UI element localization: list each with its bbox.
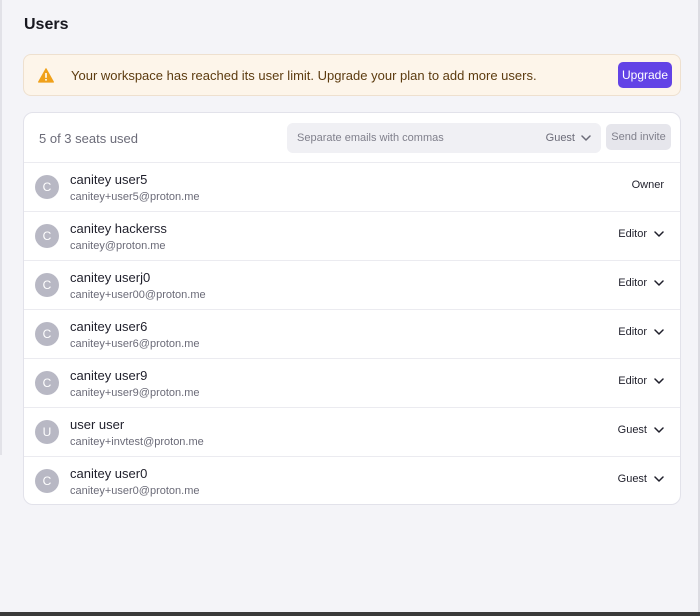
chevron-down-icon [581, 132, 591, 144]
user-email: canitey@proton.me [70, 240, 166, 252]
invite-bar: 5 of 3 seats used Guest Send invite [24, 113, 680, 163]
user-list: Ccanitey user5 canitey+user5@proton.me Own… [24, 163, 680, 504]
user-name: canitey user6 [70, 319, 148, 334]
role-value: Editor [618, 375, 647, 387]
user-email: canitey+user0@proton.me [70, 485, 200, 497]
users-panel: 5 of 3 seats used Guest Send invite Ccan… [23, 112, 681, 505]
role-dropdown[interactable]: Editor [618, 375, 664, 387]
role-value: Editor [618, 277, 647, 289]
chevron-down-icon [654, 378, 664, 384]
chevron-down-icon [654, 329, 664, 335]
invite-email-field: Guest [287, 123, 601, 153]
invite-email-input[interactable] [287, 123, 527, 153]
user-name: canitey hackerss [70, 221, 167, 236]
avatar: C [35, 224, 59, 248]
user-email: canitey+user9@proton.me [70, 387, 200, 399]
avatar: U [35, 420, 59, 444]
window-bottom-edge [0, 612, 700, 616]
avatar: C [35, 175, 59, 199]
invite-role-value: Guest [545, 132, 575, 144]
user-email: canitey+invtest@proton.me [70, 436, 204, 448]
avatar: C [35, 371, 59, 395]
invite-role-select[interactable]: Guest [546, 123, 591, 153]
upgrade-button[interactable]: Upgrade [618, 62, 672, 88]
user-row: Ccanitey userj0 canitey+user00@proton.me E… [24, 261, 680, 310]
role-value: Guest [617, 424, 647, 436]
user-row: Uuser user canitey+invtest@proton.me Guest [24, 408, 680, 457]
page-title: Users [24, 16, 69, 33]
send-invite-button[interactable]: Send invite [606, 124, 671, 150]
role-value: Editor [618, 326, 647, 338]
role-value: Editor [618, 228, 647, 240]
user-name: canitey user0 [70, 466, 148, 481]
role-value: Guest [617, 473, 647, 485]
user-row: Ccanitey user6 canitey+user6@proton.me Edi… [24, 310, 680, 359]
warning-icon [38, 67, 54, 83]
user-email: canitey+user5@proton.me [70, 191, 200, 203]
alert-message: Your workspace has reached its user limi… [71, 67, 537, 83]
role-dropdown[interactable]: Editor [618, 228, 664, 240]
avatar: C [35, 273, 59, 297]
chevron-down-icon [654, 476, 664, 482]
user-row: Ccanitey user5 canitey+user5@proton.me Own… [24, 163, 680, 212]
window-left-edge [0, 0, 2, 455]
user-name: canitey user9 [70, 368, 148, 383]
user-name: user user [70, 417, 125, 432]
user-limit-alert: Your workspace has reached its user limi… [23, 54, 681, 96]
avatar: C [35, 469, 59, 493]
user-row: Ccanitey user0 canitey+user0@proton.me Gue… [24, 457, 680, 504]
user-row: Ccanitey user9 canitey+user9@proton.me Edi… [24, 359, 680, 408]
user-row: Ccanitey hackerss canitey@proton.me Editor [24, 212, 680, 261]
role-dropdown[interactable]: Editor [618, 277, 664, 289]
avatar: C [35, 322, 59, 346]
chevron-down-icon [654, 231, 664, 237]
role-dropdown[interactable]: Guest [618, 424, 664, 436]
role-dropdown[interactable]: Editor [618, 326, 664, 338]
user-email: canitey+user00@proton.me [70, 289, 206, 301]
role-dropdown[interactable]: Guest [618, 473, 664, 485]
chevron-down-icon [654, 427, 664, 433]
user-email: canitey+user6@proton.me [70, 338, 200, 350]
role-value: Owner [631, 179, 664, 191]
user-name: canitey user5 [70, 172, 148, 187]
seats-used-text: 5 of 3 seats used [39, 131, 139, 146]
chevron-down-icon [654, 280, 664, 286]
user-name: canitey userj0 [70, 270, 151, 285]
role-label: Owner [632, 179, 664, 191]
